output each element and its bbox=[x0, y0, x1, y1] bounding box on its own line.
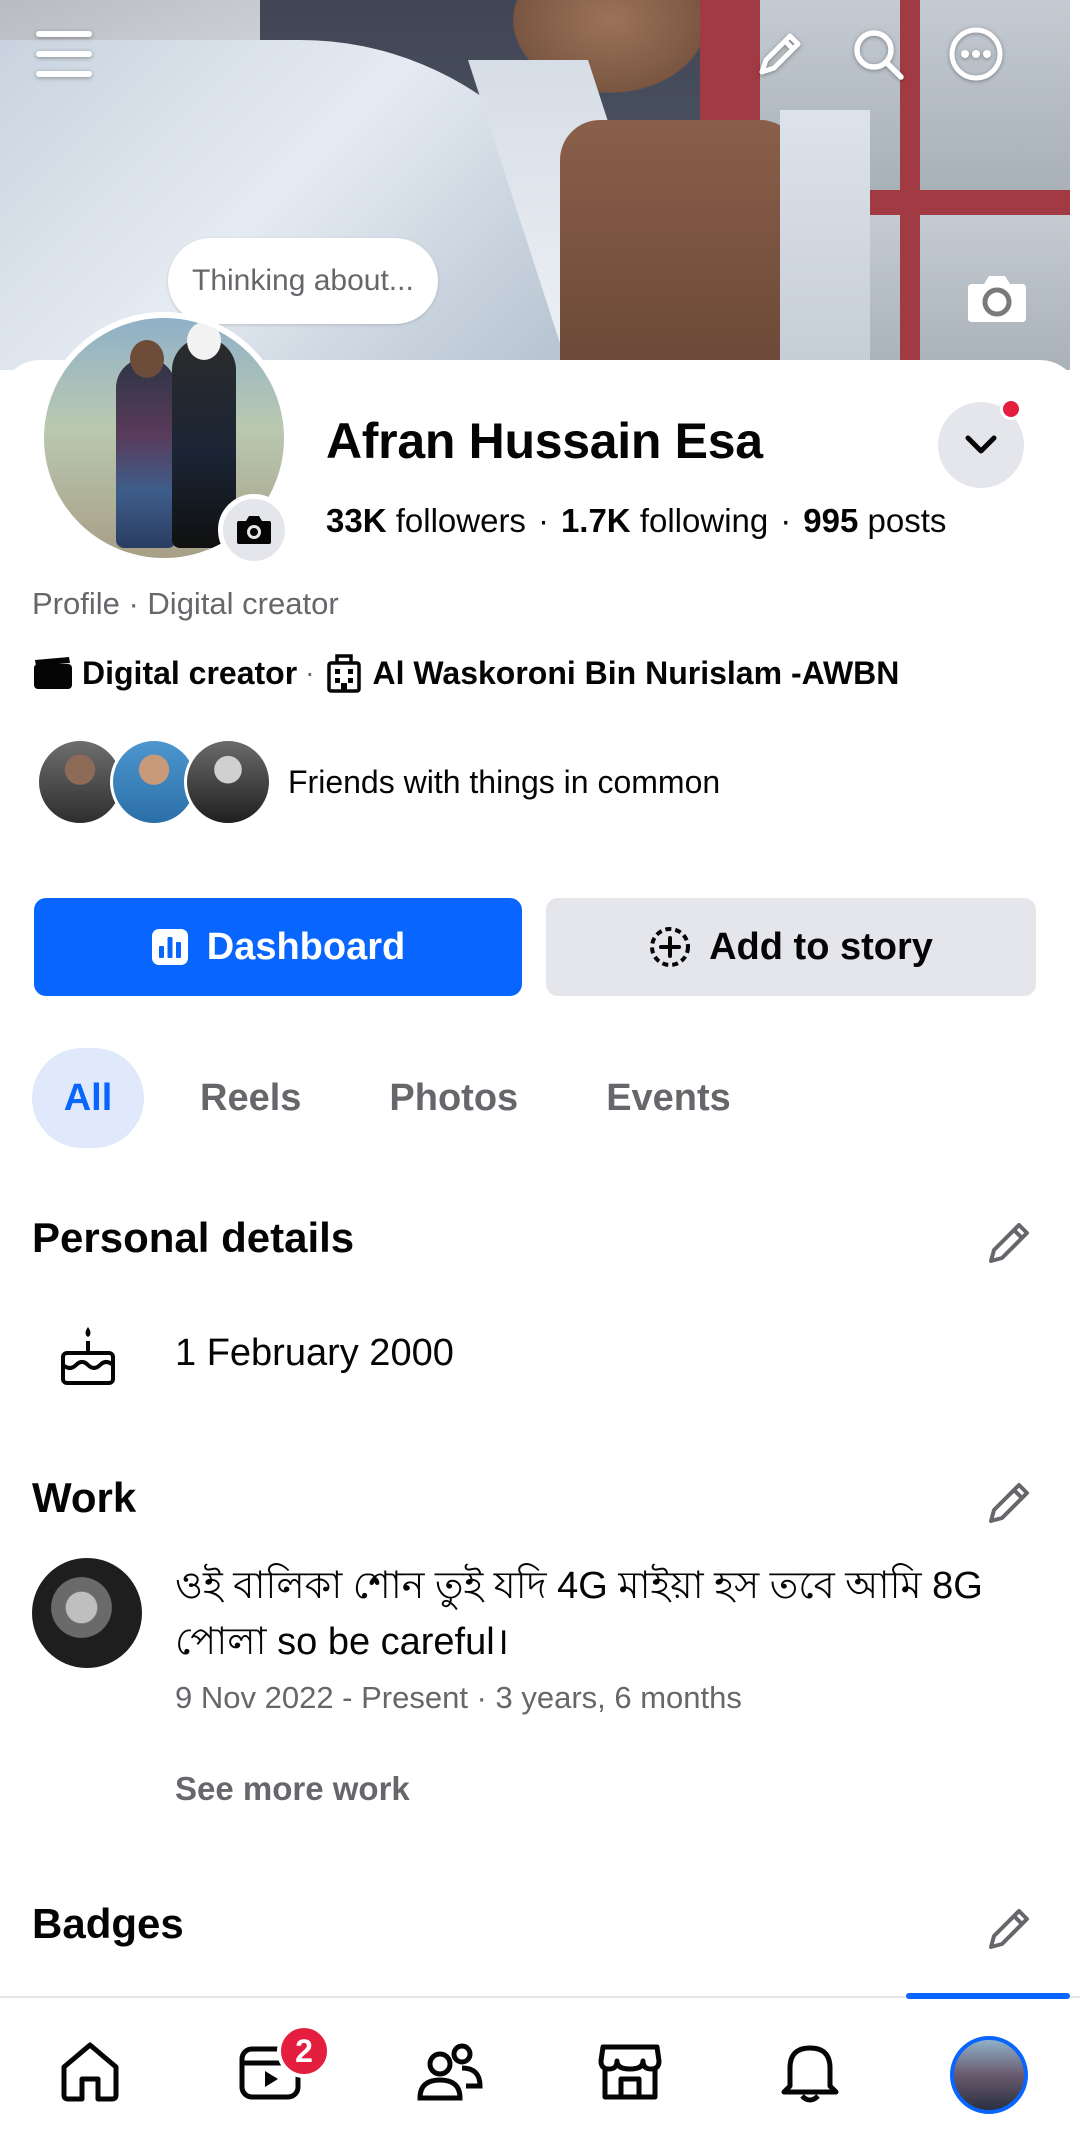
personal-details-title: Personal details bbox=[32, 1214, 355, 1261]
followers-count: 33K bbox=[326, 502, 387, 539]
work-item-title[interactable]: ওই বালিকা শোন তুই যদি 4G মাইয়া হস তবে আ… bbox=[175, 1558, 1045, 1670]
dashboard-label: Dashboard bbox=[206, 925, 406, 968]
work-item-dates: 9 Nov 2022 - Present · 3 years, 6 months bbox=[175, 1680, 742, 1715]
edit-personal-details-icon[interactable] bbox=[982, 1214, 1038, 1270]
profile-name: Afran Hussain Esa bbox=[326, 413, 763, 469]
home-icon bbox=[61, 2042, 119, 2102]
tab-all[interactable]: All bbox=[32, 1048, 144, 1148]
dashboard-icon bbox=[151, 928, 189, 966]
friends-text: Friends with things in common bbox=[288, 763, 721, 800]
friend-avatar bbox=[184, 738, 272, 826]
bell-icon bbox=[781, 2045, 839, 2103]
badges-title: Badges bbox=[32, 1900, 184, 1947]
followers-label: followers bbox=[395, 502, 526, 539]
add-story-icon bbox=[649, 926, 691, 968]
edit-profile-icon[interactable] bbox=[748, 22, 812, 86]
profile-camera-icon[interactable] bbox=[218, 494, 290, 566]
tab-photos[interactable]: Photos bbox=[357, 1048, 550, 1148]
posts-label: posts bbox=[867, 502, 947, 539]
building-icon bbox=[323, 652, 365, 694]
following-count: 1.7K bbox=[560, 502, 631, 539]
tab-reels[interactable]: Reels bbox=[168, 1048, 333, 1148]
clapperboard-icon bbox=[32, 652, 74, 694]
tab-events[interactable]: Events bbox=[574, 1048, 763, 1148]
work-title: Work bbox=[32, 1474, 137, 1521]
followers-link[interactable]: 33K followers bbox=[326, 502, 526, 539]
workplace-label[interactable]: Al Waskoroni Bin Nurislam -AWBN bbox=[373, 655, 900, 692]
marketplace-icon bbox=[598, 2044, 662, 2100]
birthday-cake-icon bbox=[56, 1324, 120, 1388]
edit-work-icon[interactable] bbox=[982, 1474, 1038, 1530]
nav-profile-avatar[interactable] bbox=[950, 2036, 1028, 2114]
bottom-navigation: 2 bbox=[0, 1993, 1080, 2136]
thought-bubble[interactable]: Thinking about... bbox=[168, 238, 438, 324]
posts-link[interactable]: 995 posts bbox=[803, 502, 946, 539]
dashboard-button[interactable]: Dashboard bbox=[34, 898, 522, 996]
nav-home[interactable] bbox=[50, 2032, 130, 2112]
profile-tabs: All Reels Photos Events bbox=[32, 1048, 787, 1148]
cover-shirt-right bbox=[780, 110, 870, 370]
menu-icon[interactable] bbox=[32, 22, 96, 86]
notification-dot bbox=[1000, 398, 1022, 420]
active-tab-indicator bbox=[906, 1993, 1070, 1999]
following-label: following bbox=[639, 502, 769, 539]
stats-separator: · bbox=[537, 502, 549, 539]
more-options-icon[interactable] bbox=[944, 22, 1008, 86]
video-notification-badge: 2 bbox=[277, 2024, 331, 2078]
following-link[interactable]: 1.7K following bbox=[561, 502, 768, 539]
meta-separator: · bbox=[305, 657, 315, 688]
profile-meta: Digital creator · Al Waskoroni Bin Nuris… bbox=[32, 652, 899, 694]
category-label[interactable]: Digital creator bbox=[82, 655, 297, 692]
cover-camera-icon[interactable] bbox=[965, 270, 1029, 326]
edit-badges-icon[interactable] bbox=[982, 1900, 1038, 1956]
profile-type: Profile · Digital creator bbox=[32, 586, 339, 621]
birthday-text: 1 February 2000 bbox=[175, 1332, 454, 1374]
nav-notifications[interactable] bbox=[770, 2032, 850, 2112]
friends-icon bbox=[417, 2043, 483, 2101]
posts-count: 995 bbox=[803, 502, 859, 539]
chevron-down-icon bbox=[965, 435, 997, 454]
see-more-work-link[interactable]: See more work bbox=[175, 1770, 410, 1808]
cover-chest bbox=[560, 120, 800, 370]
profile-stats: 33K followers · 1.7K following · 995 posts bbox=[326, 502, 946, 540]
add-to-story-button[interactable]: Add to story bbox=[546, 898, 1036, 996]
mutual-friends[interactable]: Friends with things in common bbox=[36, 738, 720, 826]
nav-marketplace[interactable] bbox=[590, 2032, 670, 2112]
add-to-story-label: Add to story bbox=[709, 925, 933, 968]
work-page-avatar[interactable] bbox=[32, 1558, 142, 1668]
stats-separator: · bbox=[780, 502, 792, 539]
search-icon[interactable] bbox=[846, 22, 910, 86]
nav-friends[interactable] bbox=[410, 2032, 490, 2112]
